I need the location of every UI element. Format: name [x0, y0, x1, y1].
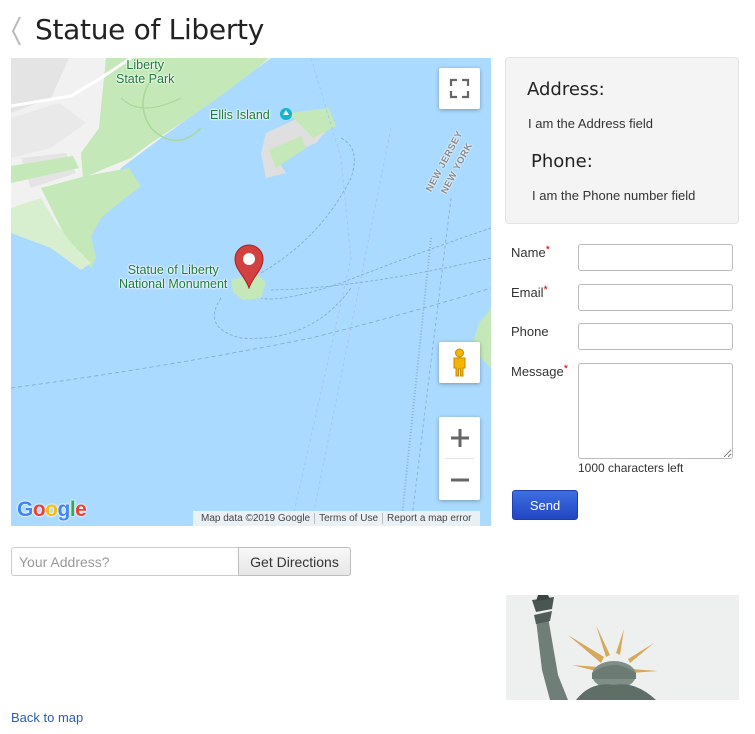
characters-left-counter: 1000 characters left: [578, 461, 684, 475]
name-label: Name*: [511, 244, 550, 260]
zoom-in-button[interactable]: [439, 417, 480, 458]
minus-icon: [450, 478, 469, 481]
phone-heading: Phone:: [531, 151, 593, 172]
email-label-text: Email: [511, 285, 544, 300]
required-mark: *: [543, 284, 548, 296]
statue-photo: [506, 595, 739, 700]
back-to-map-link[interactable]: Back to map: [11, 710, 83, 725]
statue-image: [506, 595, 739, 700]
address-text: I am the Address field: [528, 116, 654, 131]
name-label-text: Name: [511, 245, 546, 260]
phone-text: I am the Phone number field: [532, 188, 696, 203]
fullscreen-icon: [449, 78, 470, 99]
pegman-icon: [453, 348, 466, 377]
report-map-error-link[interactable]: Report a map error: [383, 513, 475, 524]
map-label-liberty-state-park: Liberty State Park: [116, 58, 175, 86]
message-field[interactable]: [578, 363, 733, 459]
zoom-control: [439, 417, 480, 500]
map-terrain: [11, 58, 491, 526]
back-chevron-icon[interactable]: [9, 14, 25, 48]
message-label: Message*: [511, 363, 569, 379]
map-label-ellis-island: Ellis Island: [210, 108, 270, 122]
email-label: Email*: [511, 284, 548, 300]
fullscreen-button[interactable]: [439, 68, 480, 109]
required-mark: *: [545, 244, 550, 256]
map-attribution: Map data ©2019 Google Terms of Use Repor…: [193, 511, 480, 526]
phone-label: Phone: [511, 324, 549, 339]
google-logo[interactable]: Google: [17, 498, 87, 522]
plus-icon: [450, 428, 469, 447]
send-button[interactable]: Send: [512, 490, 578, 520]
map-marker-icon[interactable]: [233, 243, 265, 289]
directions-address-input[interactable]: [11, 547, 239, 576]
zoom-out-button[interactable]: [439, 459, 480, 500]
map[interactable]: Liberty State Park Ellis Island Statue o…: [11, 58, 491, 526]
name-field[interactable]: [578, 244, 733, 271]
map-data-text: Map data ©2019 Google: [201, 513, 311, 524]
street-view-button[interactable]: [439, 342, 480, 383]
phone-field[interactable]: [578, 323, 733, 350]
contact-info-box: Address: I am the Address field Phone: I…: [505, 57, 739, 224]
required-mark: *: [563, 363, 569, 375]
email-field[interactable]: [578, 284, 733, 311]
terms-of-use-link[interactable]: Terms of Use: [315, 513, 382, 524]
page-title: Statue of Liberty: [35, 13, 264, 46]
address-heading: Address:: [527, 79, 605, 100]
message-label-text: Message: [511, 364, 564, 379]
get-directions-button[interactable]: Get Directions: [238, 547, 351, 576]
map-label-statue-monument: Statue of Liberty National Monument: [119, 263, 228, 291]
